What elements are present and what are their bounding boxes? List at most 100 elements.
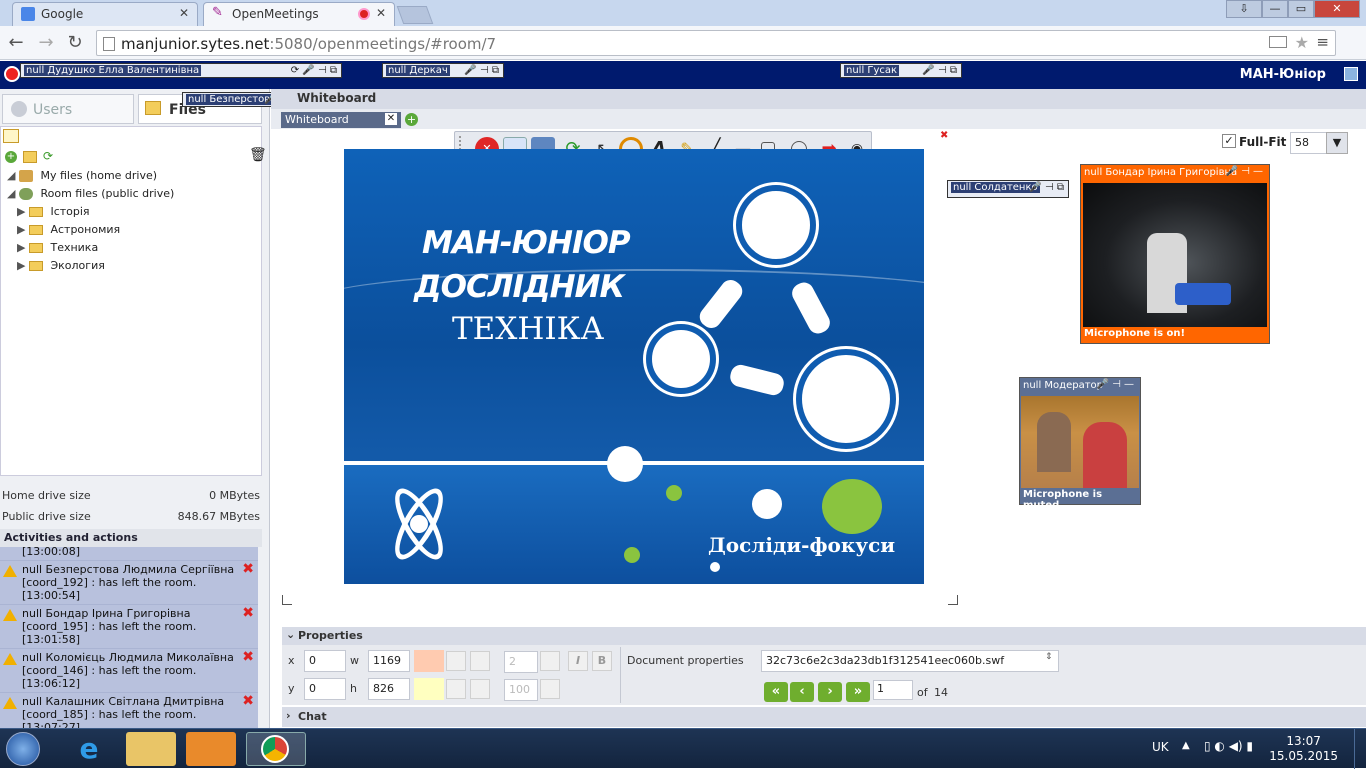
close-icon[interactable]: ✕ (385, 113, 397, 125)
mini-video-derkach[interactable]: null Деркач 🎤 ⊣ ⧉ (382, 63, 504, 78)
bold-icon[interactable]: B (592, 651, 612, 671)
lock-icon[interactable] (470, 651, 490, 671)
maximize-button[interactable]: ▭ (1288, 0, 1314, 18)
video-controls-icon[interactable]: 🎤 ⊣ — (1225, 166, 1263, 177)
add-whiteboard-icon[interactable]: + (405, 113, 418, 126)
clock[interactable]: 13:07 15.05.2015 (1269, 734, 1338, 764)
close-tab-icon[interactable]: ✕ (376, 6, 386, 20)
address-bar[interactable]: manjunior.sytes.net:5080/openmeetings/#r… (96, 30, 1336, 56)
w-input[interactable]: 1169 (368, 650, 410, 672)
internet-explorer-icon[interactable]: e (64, 732, 114, 766)
tab-whiteboard[interactable]: Whiteboard ✕ (281, 112, 401, 128)
fullfit-checkbox[interactable]: ✓ (1222, 134, 1236, 148)
dismiss-icon[interactable]: ✖ (242, 562, 254, 576)
show-desktop-button[interactable] (1354, 729, 1366, 769)
video-pod-bondar[interactable]: null Бондар Ірина Григорівна 🎤 ⊣ — Micro… (1080, 164, 1270, 344)
user-profile-button[interactable]: ⇩ (1226, 0, 1262, 18)
properties-header[interactable]: ⌄ Properties (282, 627, 1366, 645)
tree-item-home[interactable]: ◢ My files (home drive) (7, 167, 257, 185)
fill-color-swatch[interactable] (414, 678, 444, 700)
expand-arrow-icon[interactable]: ▶ (17, 223, 25, 236)
close-tab-icon[interactable]: ✕ (179, 6, 189, 20)
chevron-right-icon[interactable]: › (286, 709, 291, 722)
first-page-button[interactable]: « (764, 682, 788, 702)
video-pod-moderator[interactable]: null Модератор 🎤 ⊣ — Microphone is muted (1019, 377, 1141, 511)
bookmark-star-icon[interactable]: ★ (1295, 33, 1309, 52)
media-player-icon[interactable] (186, 732, 236, 766)
fill-icon[interactable] (446, 679, 466, 699)
document-file-select[interactable]: 32c73c6e2c3da23db1f312541eec060b.swf (761, 650, 1059, 672)
expand-arrow-icon[interactable]: ▶ (17, 205, 25, 218)
chevron-down-icon[interactable]: ⌄ (286, 628, 295, 641)
chevron-down-icon[interactable] (540, 679, 560, 699)
refresh-icon[interactable]: ⟳ (43, 149, 53, 163)
expand-arrow-icon[interactable]: ◢ (7, 169, 15, 182)
browser-tab-google[interactable]: Google ✕ (12, 2, 198, 26)
tray-expand-icon[interactable]: ▲ (1182, 740, 1190, 751)
new-tab-button[interactable] (396, 6, 434, 24)
search-files-icon[interactable] (3, 129, 19, 143)
video-pod-header[interactable]: null Модератор 🎤 ⊣ — (1020, 378, 1140, 395)
chevron-down-icon[interactable]: ⇕ (1045, 652, 1053, 662)
italic-icon[interactable]: I (568, 651, 588, 671)
next-page-button[interactable]: › (818, 682, 842, 702)
chat-header[interactable]: › Chat (282, 707, 1366, 727)
previous-page-button[interactable]: ‹ (790, 682, 814, 702)
video-pod-header[interactable]: null Бондар Ірина Григорівна 🎤 ⊣ — (1081, 165, 1269, 182)
y-input[interactable]: 0 (304, 678, 346, 700)
mini-video-gusak[interactable]: null Гусак 🎤 ⊣ ⧉ (840, 63, 962, 78)
start-button[interactable] (6, 732, 40, 766)
tree-item-room[interactable]: ◢ Room files (public drive) (7, 185, 257, 203)
new-folder-icon[interactable] (23, 151, 37, 163)
back-arrow-icon[interactable]: ← (4, 31, 28, 55)
corner-handle[interactable] (948, 595, 958, 605)
page-number-input[interactable]: 1 (873, 680, 913, 700)
tree-item-folder[interactable]: ▶ Астрономия (7, 221, 257, 239)
chevron-down-icon[interactable] (540, 651, 560, 671)
last-page-button[interactable]: » (846, 682, 870, 702)
pencil-icon[interactable] (446, 651, 466, 671)
monitor-icon[interactable] (1344, 67, 1358, 81)
close-window-button[interactable]: ✕ (1314, 0, 1360, 18)
video-controls-icon[interactable]: 🎤 ⊣ ⧉ (1029, 182, 1064, 193)
tree-item-folder[interactable]: ▶ Экология (7, 257, 257, 275)
language-indicator[interactable]: UK (1152, 740, 1169, 754)
dismiss-icon[interactable]: ✖ (242, 694, 254, 708)
chevron-down-icon[interactable]: ▼ (1326, 132, 1348, 154)
chrome-taskbar-button[interactable] (246, 732, 306, 766)
activities-header[interactable]: Activities and actions (0, 529, 262, 547)
x-input[interactable]: 0 (304, 650, 346, 672)
browser-tab-openmeetings[interactable]: ✎ OpenMeetings ✕ (203, 2, 395, 26)
close-icon[interactable]: ✖ (940, 130, 948, 141)
add-icon[interactable]: + (5, 151, 17, 163)
opacity-select[interactable]: 100 (504, 679, 538, 701)
forward-arrow-icon[interactable]: → (34, 31, 58, 55)
video-controls-icon[interactable]: 🎤 ⊣ — (1096, 379, 1134, 390)
expand-arrow-icon[interactable]: ▶ (17, 241, 25, 254)
trash-icon[interactable]: 🗑 (249, 147, 267, 163)
reload-icon[interactable]: ↻ (63, 31, 87, 55)
mini-video-soldatenko[interactable]: null Солдатенко 🎤 ⊣ ⧉ (947, 180, 1069, 198)
tree-item-folder[interactable]: ▶ Історія (7, 203, 257, 221)
dismiss-icon[interactable]: ✖ (242, 606, 254, 620)
tray-icons[interactable]: ▯ ◐ ◀) ▮ (1204, 739, 1253, 753)
cast-icon[interactable] (1269, 36, 1287, 48)
expand-arrow-icon[interactable]: ▶ (17, 259, 25, 272)
line-color-swatch[interactable] (414, 650, 444, 672)
video-controls-icon[interactable]: 🎤 ⊣ ⧉ (922, 65, 957, 76)
file-explorer-icon[interactable] (126, 732, 176, 766)
mini-video-dudushko[interactable]: null Дудушко Елла Валентинівна ⟳ 🎤 ⊣ ⧉ (20, 63, 342, 78)
h-input[interactable]: 826 (368, 678, 410, 700)
lock-icon[interactable] (470, 679, 490, 699)
video-controls-icon[interactable]: ⟳ 🎤 ⊣ ⧉ (291, 65, 337, 76)
video-controls-icon[interactable]: 🎤 ⊣ ⧉ (464, 65, 499, 76)
line-width-select[interactable]: 2 (504, 651, 538, 673)
corner-handle[interactable] (282, 595, 292, 605)
minimize-button[interactable]: — (1262, 0, 1288, 18)
exit-icon[interactable] (4, 66, 20, 82)
expand-arrow-icon[interactable]: ◢ (7, 187, 15, 200)
menu-icon[interactable]: ≡ (1316, 33, 1329, 51)
tree-item-folder[interactable]: ▶ Техника (7, 239, 257, 257)
dismiss-icon[interactable]: ✖ (242, 650, 254, 664)
tab-users[interactable]: Users (2, 94, 134, 124)
